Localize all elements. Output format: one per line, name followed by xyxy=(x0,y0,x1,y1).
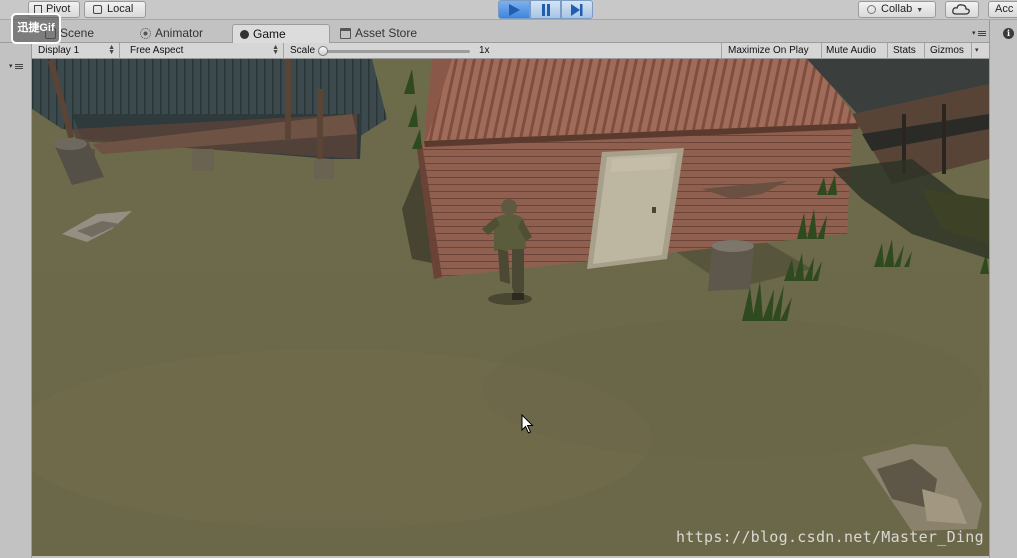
local-icon xyxy=(93,5,102,14)
play-controls xyxy=(498,0,594,19)
cloud-button[interactable] xyxy=(945,1,979,18)
pause-button[interactable] xyxy=(529,0,562,19)
gizmos-dropdown[interactable]: Gizmos ▾ xyxy=(924,43,989,59)
mute-audio-label: Mute Audio xyxy=(826,45,877,56)
account-label: Acc xyxy=(995,3,1014,15)
scale-label: Scale xyxy=(290,45,316,56)
tab-game-label: Game xyxy=(253,27,286,41)
animator-icon xyxy=(140,28,151,39)
tab-scene-label: Scene xyxy=(60,26,95,40)
barrel-right xyxy=(708,240,754,291)
stats-toggle[interactable]: Stats xyxy=(887,43,925,59)
scale-slider-track[interactable] xyxy=(320,50,470,53)
tab-menu-icon[interactable]: ▾ xyxy=(972,29,986,39)
gizmos-label: Gizmos xyxy=(930,45,964,56)
updown-icon: ▲ ▼ xyxy=(272,44,279,56)
cloud-icon xyxy=(952,4,970,15)
step-button[interactable] xyxy=(561,0,594,19)
chevron-down-icon: ▼ xyxy=(916,7,924,14)
aspect-label: Free Aspect xyxy=(130,45,184,56)
asset-store-icon xyxy=(340,28,351,39)
hierarchy-panel-edge: ▾ xyxy=(0,43,32,558)
play-button[interactable] xyxy=(498,0,530,19)
view-tab-bar: Scene Animator Game Asset Store ▾ xyxy=(0,20,1017,43)
mouse-cursor-icon xyxy=(521,414,534,434)
panel-menu-icon[interactable]: ▾ xyxy=(9,63,23,71)
tab-game[interactable]: Game xyxy=(232,24,330,43)
tab-asset-store[interactable]: Asset Store xyxy=(335,24,435,43)
scale-control: Scale 1x xyxy=(284,43,722,59)
chevron-down-icon: ▾ xyxy=(971,43,979,58)
info-icon[interactable]: i xyxy=(1003,28,1014,39)
game-view-viewport[interactable] xyxy=(32,59,989,556)
mute-audio-toggle[interactable]: Mute Audio xyxy=(820,43,888,59)
collab-dropdown[interactable]: Collab ▼ xyxy=(858,1,936,18)
step-icon xyxy=(571,3,583,16)
display-label: Display 1 xyxy=(38,45,80,56)
scale-value: 1x xyxy=(479,45,490,56)
unity-editor-window: Pivot Local Collab ▼ Acc Scene Animator … xyxy=(0,0,1017,558)
collab-icon xyxy=(867,5,876,14)
maximize-on-play-label: Maximize On Play xyxy=(728,45,809,56)
display-dropdown[interactable]: Display 1 ▲ ▼ xyxy=(32,43,120,59)
pause-icon xyxy=(541,3,550,16)
maximize-on-play-toggle[interactable]: Maximize On Play xyxy=(721,43,822,59)
collab-label: Collab xyxy=(881,3,913,15)
main-toolbar: Pivot Local Collab ▼ Acc xyxy=(0,0,1017,20)
blog-watermark-url: https://blog.csdn.net/Master_Ding xyxy=(676,528,984,546)
tab-animator-label: Animator xyxy=(155,26,204,40)
gif-watermark-badge: 迅捷Gif xyxy=(11,13,61,44)
play-icon xyxy=(508,3,520,16)
local-toggle[interactable]: Local xyxy=(84,1,146,18)
account-dropdown[interactable]: Acc xyxy=(988,1,1017,18)
game-scene-render xyxy=(32,59,989,556)
local-label: Local xyxy=(107,3,134,15)
tab-asset-store-label: Asset Store xyxy=(355,26,418,40)
scale-slider-handle[interactable] xyxy=(318,46,328,56)
inspector-panel-edge: i xyxy=(989,20,1017,558)
updown-icon: ▲ ▼ xyxy=(108,44,115,56)
game-view-toolbar: Display 1 ▲ ▼ Free Aspect ▲ ▼ Scale 1x Max… xyxy=(32,43,989,59)
stats-label: Stats xyxy=(893,45,916,56)
tab-animator[interactable]: Animator xyxy=(135,24,230,43)
game-icon xyxy=(240,30,249,39)
aspect-dropdown[interactable]: Free Aspect ▲ ▼ xyxy=(124,43,284,59)
